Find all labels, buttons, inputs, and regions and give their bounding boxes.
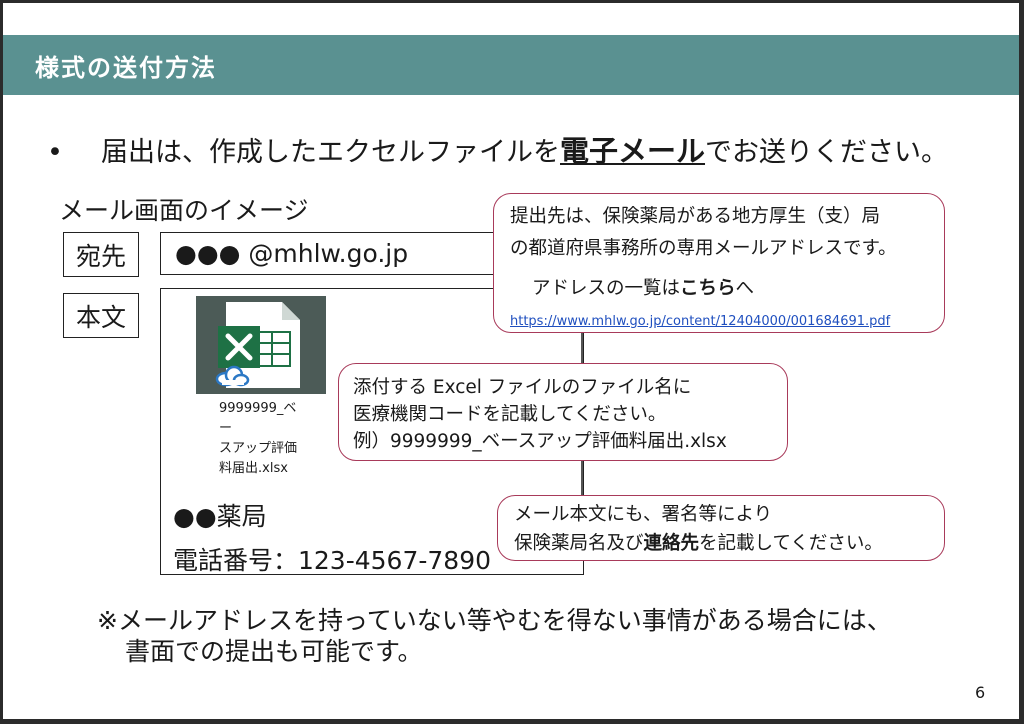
connector-filename [581,461,583,495]
connector-address [581,333,583,363]
address-list-url[interactable]: https://www.mhlw.go.jp/content/12404000/… [510,314,890,329]
callout-address-line2: の都道府県事務所の専用メールアドレスです。 [510,238,897,259]
bullet-text-after: でお送りください。 [705,137,949,168]
bullet-instruction: • 届出は、作成したエクセルファイルを電子メールでお送りください。 [47,128,948,170]
callout-filename: 添付する Excel ファイルのファイル名に 医療機関コードを記載してください。… [338,363,788,461]
bullet-emphasis: 電子メール [560,134,706,168]
note-line2: 書面での提出も可能です。 [125,637,423,666]
phone-number: 電話番号：123-4567-7890 [173,546,492,575]
to-label: 宛先 [63,232,139,277]
slide: 様式の送付方法 • 届出は、作成したエクセルファイルを電子メールでお送りください。… [3,3,1019,719]
attachment-filename: 9999999_ベー スアップ評価 料届出.xlsx [219,401,298,476]
callout-filename-line3: 例）9999999_ベースアップ評価料届出.xlsx [353,431,727,452]
excel-file-icon [196,296,326,394]
page-number: 6 [975,683,986,702]
page-title: 様式の送付方法 [35,54,217,82]
callout-address-line3: アドレスの一覧はこちらへ [532,278,755,299]
mail-mock-caption: メール画面のイメージ [59,196,309,225]
bullet-text-before: 届出は、作成したエクセルファイルを [101,137,560,168]
bullet-marker: • [47,137,63,168]
callout-address-line1: 提出先は、保険薬局がある地方厚生（支）局 [510,206,881,227]
title-banner: 様式の送付方法 [3,35,1019,95]
callout-signature: メール本文にも、署名等により 保険薬局名及び連絡先を記載してください。 [497,495,945,561]
paper-submission-note: ※メールアドレスを持っていない等やむを得ない事情がある場合には、 書面での提出も… [97,605,892,667]
pharmacy-name: ●●薬局 [173,502,267,531]
callout-signature-line1: メール本文にも、署名等により [514,504,773,525]
callout-address: 提出先は、保険薬局がある地方厚生（支）局 の都道府県事務所の専用メールアドレスで… [493,193,945,333]
callout-filename-line1: 添付する Excel ファイルのファイル名に [353,377,692,398]
callout-signature-line2: 保険薬局名及び連絡先を記載してください。 [514,533,883,554]
callout-filename-line2: 医療機関コードを記載してください。 [353,404,667,425]
address-list-link[interactable]: こちら [680,278,736,299]
note-line1: ※メールアドレスを持っていない等やむを得ない事情がある場合には、 [97,606,892,635]
body-label: 本文 [63,293,139,338]
